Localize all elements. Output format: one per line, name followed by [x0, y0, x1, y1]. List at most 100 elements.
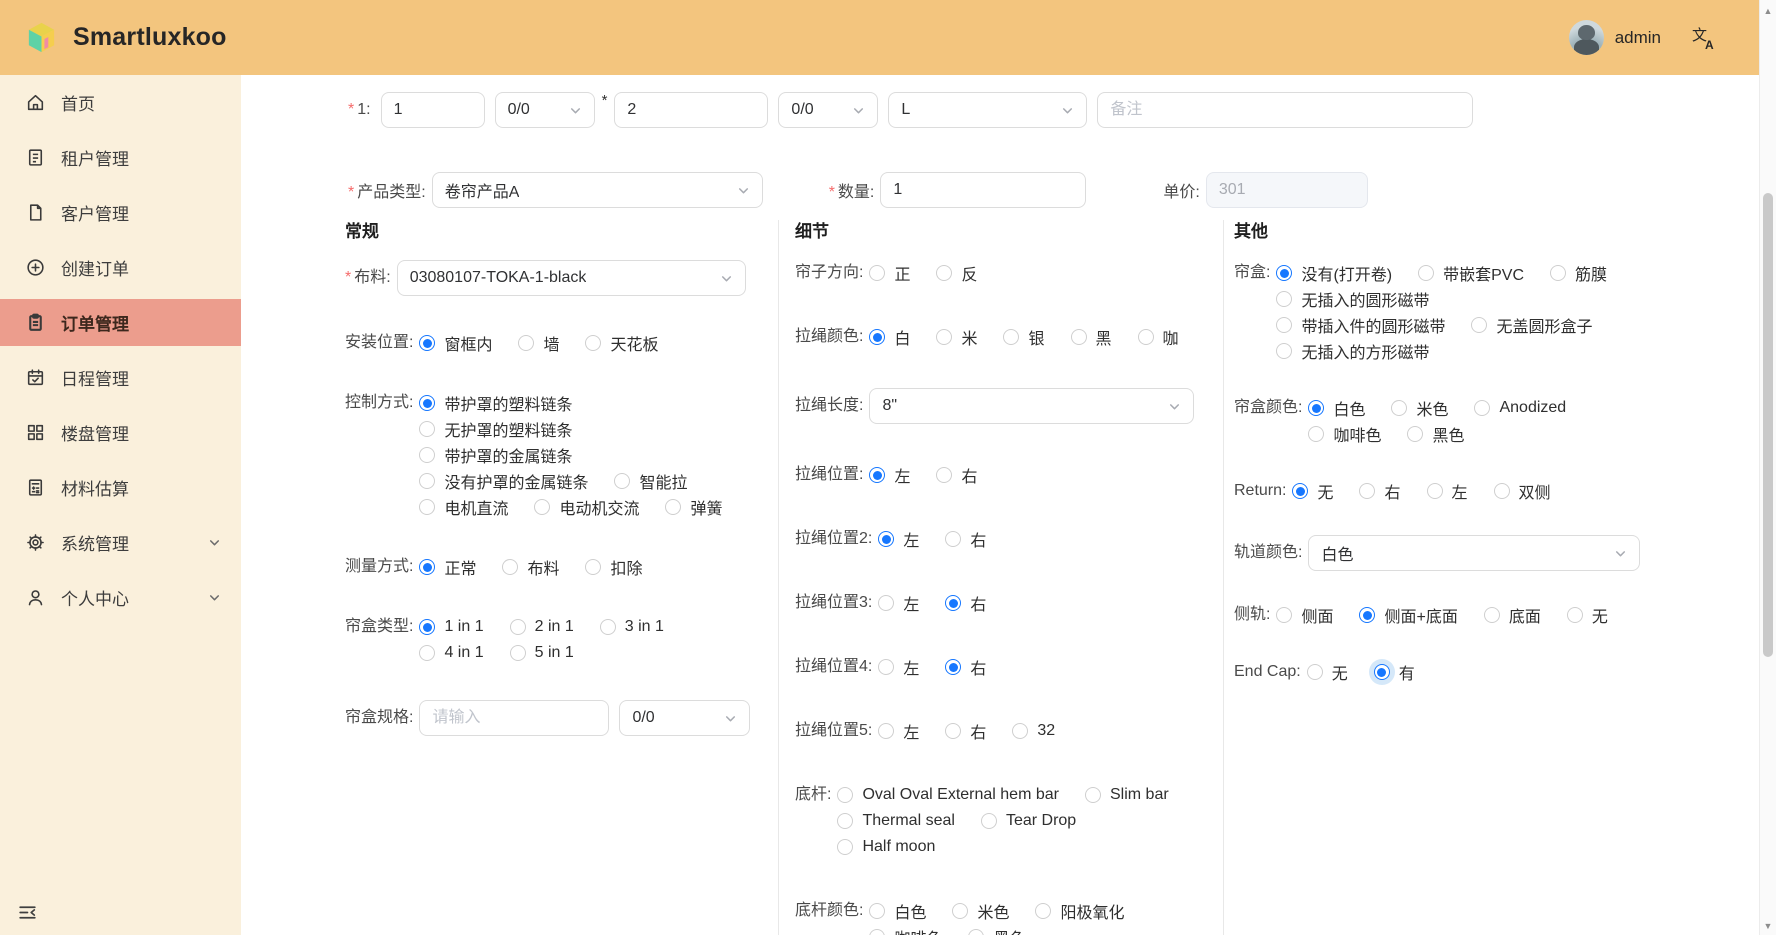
radio-unselected[interactable] [1471, 317, 1487, 333]
radio-selected[interactable] [945, 659, 961, 675]
product-type-select[interactable]: 卷帘产品A [432, 172, 763, 208]
text-input[interactable] [381, 92, 485, 128]
radio-unselected[interactable] [1138, 329, 1154, 345]
sidebar-item-3[interactable]: 创建订单 [0, 244, 241, 291]
radio-unselected[interactable] [419, 645, 435, 661]
radio-selected[interactable] [419, 395, 435, 411]
radio-selected[interactable] [419, 559, 435, 575]
radio-unselected[interactable] [1035, 903, 1051, 919]
dropdown-select[interactable]: 03080107-TOKA-1-black [397, 260, 746, 296]
radio-selected[interactable] [1292, 483, 1308, 499]
radio-option[interactable]: Slim bar [1085, 786, 1169, 804]
radio-selected[interactable] [1374, 664, 1390, 680]
dropdown-select[interactable]: 0/0 [495, 92, 595, 128]
user-avatar[interactable] [1569, 20, 1604, 55]
radio-unselected[interactable] [1567, 607, 1583, 623]
radio-option[interactable]: 侧面+底面 [1359, 603, 1457, 627]
radio-unselected[interactable] [878, 659, 894, 675]
radio-option[interactable]: 右 [936, 463, 977, 487]
radio-option[interactable]: 右 [945, 719, 986, 743]
radio-selected[interactable] [419, 335, 435, 351]
radio-option[interactable]: 双侧 [1494, 479, 1551, 503]
radio-unselected[interactable] [1003, 329, 1019, 345]
radio-option[interactable]: Thermal seal [837, 812, 954, 830]
radio-option[interactable]: 左 [869, 463, 910, 487]
radio-unselected[interactable] [1276, 607, 1292, 623]
radio-unselected[interactable] [600, 619, 616, 635]
radio-option[interactable]: 左 [878, 655, 919, 679]
radio-unselected[interactable] [1276, 343, 1292, 359]
dropdown-select[interactable]: 8" [869, 388, 1194, 424]
radio-option[interactable]: 带插入件的圆形磁带 [1276, 313, 1445, 337]
sidebar-item-2[interactable]: 客户管理 [0, 189, 241, 236]
radio-option[interactable]: 天花板 [585, 331, 658, 355]
radio-unselected[interactable] [1307, 664, 1323, 680]
radio-option[interactable]: 米色 [952, 899, 1009, 923]
dropdown-select[interactable]: L [888, 92, 1087, 128]
radio-option[interactable]: 白色 [869, 899, 926, 923]
radio-unselected[interactable] [1085, 787, 1101, 803]
sidebar-collapse-icon[interactable] [17, 902, 38, 923]
radio-unselected[interactable] [665, 499, 681, 515]
sidebar-item-4[interactable]: 订单管理 [0, 299, 241, 346]
translate-icon[interactable]: 文 A [1691, 24, 1718, 51]
radio-selected[interactable] [869, 329, 885, 345]
quantity-input[interactable] [880, 172, 1086, 208]
radio-option[interactable]: 右 [1359, 479, 1400, 503]
radio-option[interactable]: 5 in 1 [510, 644, 574, 662]
radio-unselected[interactable] [1550, 265, 1566, 281]
radio-option[interactable]: Oval Oval External hem bar [837, 786, 1059, 804]
radio-option[interactable]: 左 [878, 719, 919, 743]
radio-option[interactable]: 无插入的圆形磁带 [1276, 287, 1429, 311]
radio-unselected[interactable] [1391, 400, 1407, 416]
text-input[interactable] [614, 92, 768, 128]
radio-unselected[interactable] [837, 813, 853, 829]
radio-unselected[interactable] [945, 531, 961, 547]
scrollbar-down-arrow[interactable]: ▼ [1760, 919, 1776, 933]
sidebar-item-6[interactable]: 楼盘管理 [0, 409, 241, 456]
sidebar-item-9[interactable]: 个人中心 [0, 574, 241, 621]
radio-selected[interactable] [419, 619, 435, 635]
radio-unselected[interactable] [1276, 291, 1292, 307]
radio-selected[interactable] [1308, 400, 1324, 416]
radio-option[interactable]: 1 in 1 [419, 618, 483, 636]
radio-unselected[interactable] [1407, 426, 1423, 442]
radio-option[interactable]: 带护罩的金属链条 [419, 443, 572, 467]
scrollbar-up-arrow[interactable]: ▲ [1760, 4, 1776, 18]
radio-option[interactable]: 2 in 1 [510, 618, 574, 636]
radio-unselected[interactable] [1484, 607, 1500, 623]
radio-option[interactable]: 4 in 1 [419, 644, 483, 662]
radio-option[interactable]: Anodized [1474, 399, 1566, 417]
radio-unselected[interactable] [1427, 483, 1443, 499]
radio-option[interactable]: 墙 [518, 331, 559, 355]
radio-option[interactable]: 带护罩的塑料链条 [419, 391, 572, 415]
radio-unselected[interactable] [1494, 483, 1510, 499]
radio-option[interactable]: 侧面 [1276, 603, 1333, 627]
radio-option[interactable]: 底面 [1484, 603, 1541, 627]
radio-selected[interactable] [1276, 265, 1292, 281]
radio-selected[interactable] [878, 531, 894, 547]
radio-option[interactable]: 正常 [419, 555, 476, 579]
user-name[interactable]: admin [1615, 28, 1661, 48]
radio-option[interactable]: 3 in 1 [600, 618, 664, 636]
sidebar-item-1[interactable]: 租户管理 [0, 134, 241, 181]
radio-unselected[interactable] [869, 265, 885, 281]
radio-unselected[interactable] [1012, 723, 1028, 739]
text-input[interactable] [1097, 92, 1473, 128]
radio-option[interactable]: 无盖圆形盒子 [1471, 313, 1592, 337]
radio-option[interactable]: 左 [1427, 479, 1468, 503]
radio-unselected[interactable] [1418, 265, 1434, 281]
radio-option[interactable]: 正 [869, 261, 910, 285]
radio-option[interactable]: 右 [945, 655, 986, 679]
dropdown-select[interactable]: 白色 [1308, 535, 1640, 571]
radio-option[interactable]: 黑色 [1407, 422, 1464, 446]
radio-option[interactable]: 弹簧 [665, 495, 722, 519]
radio-option[interactable]: 无 [1567, 603, 1608, 627]
radio-unselected[interactable] [510, 645, 526, 661]
radio-unselected[interactable] [1474, 400, 1490, 416]
radio-unselected[interactable] [936, 265, 952, 281]
radio-unselected[interactable] [945, 723, 961, 739]
radio-unselected[interactable] [419, 447, 435, 463]
radio-option[interactable]: 米 [936, 325, 977, 349]
radio-unselected[interactable] [419, 473, 435, 489]
